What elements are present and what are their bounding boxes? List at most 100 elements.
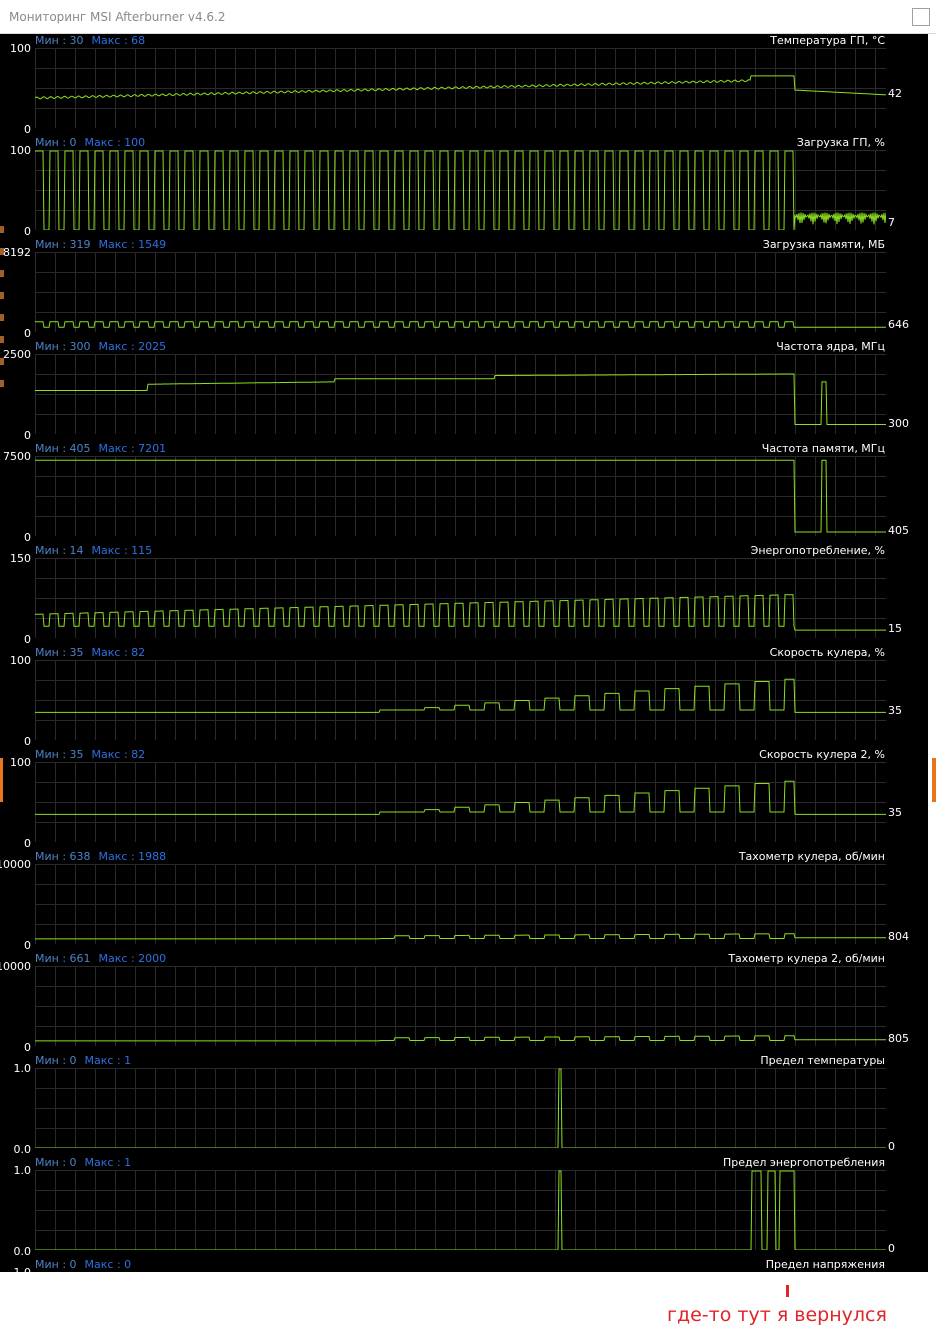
y-axis-max: 2500 [3, 348, 31, 361]
graph-plot [35, 558, 886, 638]
max-label: Макс : 2000 [98, 952, 167, 965]
y-axis-min: 0 [24, 1041, 31, 1054]
graph-panel[interactable]: 150 0 Мин : 14 Макс : 115 Энергопотребление,… [0, 544, 928, 646]
min-max-labels: Мин : 319 Макс : 1549 [35, 238, 166, 251]
series-line [35, 780, 886, 815]
min-label: Мин : 638 [35, 850, 91, 863]
window-title: Мониторинг MSI Afterburner v4.6.2 [9, 10, 226, 24]
window-titlebar[interactable]: Мониторинг MSI Afterburner v4.6.2 [0, 0, 936, 34]
y-axis-min: 0 [24, 225, 31, 238]
max-label: Макс : 0 [84, 1258, 132, 1271]
graph-title: Тахометр кулера, об/мин [738, 850, 885, 863]
graph-title: Предел энергопотребления [722, 1156, 885, 1169]
graph-plot [35, 762, 886, 842]
current-value: 405 [888, 523, 909, 537]
max-label: Макс : 82 [91, 646, 146, 659]
maximize-button[interactable] [912, 8, 930, 26]
annotation-area: где-то тут я вернулся [0, 1272, 936, 1344]
min-max-labels: Мин : 0 Макс : 0 [35, 1258, 131, 1271]
min-label: Мин : 0 [35, 136, 77, 149]
series-line [35, 1035, 886, 1042]
series-line [35, 373, 886, 425]
graph-title: Энергопотребление, % [750, 544, 885, 557]
graph-panel[interactable]: 100 0 Мин : 30 Макс : 68 Температура ГП, °C 4… [0, 34, 928, 136]
y-axis-max: 100 [10, 654, 31, 667]
graph-panel[interactable]: 10000 0 Мин : 661 Макс : 2000 Тахометр кулер… [0, 952, 928, 1054]
graph-title: Загрузка ГП, % [796, 136, 885, 149]
graph-title: Частота ядра, МГц [776, 340, 885, 353]
graph-plot [35, 456, 886, 536]
max-label: Макс : 68 [91, 34, 146, 47]
graph-title: Тахометр кулера 2, об/мин [728, 952, 885, 965]
graph-plot [35, 48, 886, 128]
min-max-labels: Мин : 638 Макс : 1988 [35, 850, 166, 863]
graph-plot [35, 966, 886, 1046]
max-label: Макс : 1 [84, 1156, 132, 1169]
series-line [35, 933, 886, 940]
annotation-text: где-то тут я вернулся [667, 1304, 887, 1326]
y-axis-min: 0 [24, 633, 31, 646]
min-max-labels: Мин : 30 Макс : 68 [35, 34, 145, 47]
y-axis-max: 10000 [0, 858, 31, 871]
series-line [35, 594, 886, 631]
current-value: 35 [888, 806, 902, 820]
min-label: Мин : 661 [35, 952, 91, 965]
min-max-labels: Мин : 405 Макс : 7201 [35, 442, 166, 455]
min-max-labels: Мин : 0 Макс : 1 [35, 1156, 131, 1169]
graph-panel[interactable]: 100 0 Мин : 35 Макс : 82 Скорость кулера 2, … [0, 748, 928, 850]
min-label: Мин : 319 [35, 238, 91, 251]
y-axis-max: 8192 [3, 246, 31, 259]
graph-panel[interactable]: 100 0 Мин : 35 Макс : 82 Скорость кулера, % 3… [0, 646, 928, 748]
current-value: 646 [888, 317, 909, 331]
min-max-labels: Мин : 661 Макс : 2000 [35, 952, 166, 965]
min-max-labels: Мин : 35 Макс : 82 [35, 646, 145, 659]
graph-panel[interactable]: 2500 0 Мин : 300 Макс : 2025 Частота ядра, М… [0, 340, 928, 442]
graph-plot [35, 1068, 886, 1148]
graph-panel[interactable]: 7500 0 Мин : 405 Макс : 7201 Частота памяти,… [0, 442, 928, 544]
max-label: Макс : 7201 [98, 442, 167, 455]
min-label: Мин : 0 [35, 1156, 77, 1169]
current-value: 42 [888, 86, 902, 100]
current-value: 804 [888, 929, 909, 943]
graph-plot [35, 354, 886, 434]
y-axis-max: 1.0 [13, 1062, 32, 1075]
graph-title: Скорость кулера, % [769, 646, 885, 659]
current-value: 7 [888, 216, 895, 230]
current-value: 15 [888, 622, 902, 636]
graph-panel[interactable]: 1.0 0.0 Мин : 0 Макс : 1 Предел энергопотреб… [0, 1156, 928, 1258]
graph-title: Загрузка памяти, МБ [762, 238, 885, 251]
graph-panel[interactable]: 8192 0 Мин : 319 Макс : 1549 Загрузка памяти… [0, 238, 928, 340]
min-max-labels: Мин : 14 Макс : 115 [35, 544, 152, 557]
graph-panel[interactable]: 100 0 Мин : 0 Макс : 100 Загрузка ГП, % 7 [0, 136, 928, 238]
series-line [35, 678, 886, 713]
graph-panel[interactable]: 1.0 0.0 Мин : 0 Макс : 1 Предел температуры 0 [0, 1054, 928, 1156]
min-label: Мин : 0 [35, 1258, 77, 1271]
y-axis-min: 0 [24, 837, 31, 850]
y-axis-max: 100 [10, 144, 31, 157]
current-value: 35 [888, 704, 902, 718]
graph-title: Температура ГП, °C [770, 34, 885, 47]
y-axis-min: 0 [24, 327, 31, 340]
y-axis-max: 150 [10, 552, 31, 565]
graph-panel[interactable]: 10000 0 Мин : 638 Макс : 1988 Тахометр кулер… [0, 850, 928, 952]
graph-plot [35, 1170, 886, 1250]
y-axis-min: 0 [24, 939, 31, 952]
min-label: Мин : 35 [35, 646, 84, 659]
graph-title: Предел температуры [760, 1054, 885, 1067]
min-max-labels: Мин : 300 Макс : 2025 [35, 340, 166, 353]
graph-plot [35, 252, 886, 332]
min-max-labels: Мин : 0 Макс : 1 [35, 1054, 131, 1067]
right-orange-marker [932, 758, 936, 802]
graph-title: Частота памяти, МГц [761, 442, 885, 455]
max-label: Макс : 100 [84, 136, 146, 149]
series-line [35, 75, 886, 100]
graph-plot [35, 150, 886, 230]
graph-panel[interactable]: 1.0Мин : 0Макс : 0Предел напряжения [0, 1258, 928, 1272]
y-axis-max: 100 [10, 756, 31, 769]
current-value: 805 [888, 1031, 909, 1045]
series-line [35, 321, 886, 328]
right-scroll-strip[interactable] [928, 34, 936, 1272]
y-axis-min: 0 [24, 735, 31, 748]
y-axis-min: 0.0 [13, 1245, 32, 1258]
monitoring-area[interactable]: 100 0 Мин : 30 Макс : 68 Температура ГП, °C 4… [0, 34, 936, 1272]
